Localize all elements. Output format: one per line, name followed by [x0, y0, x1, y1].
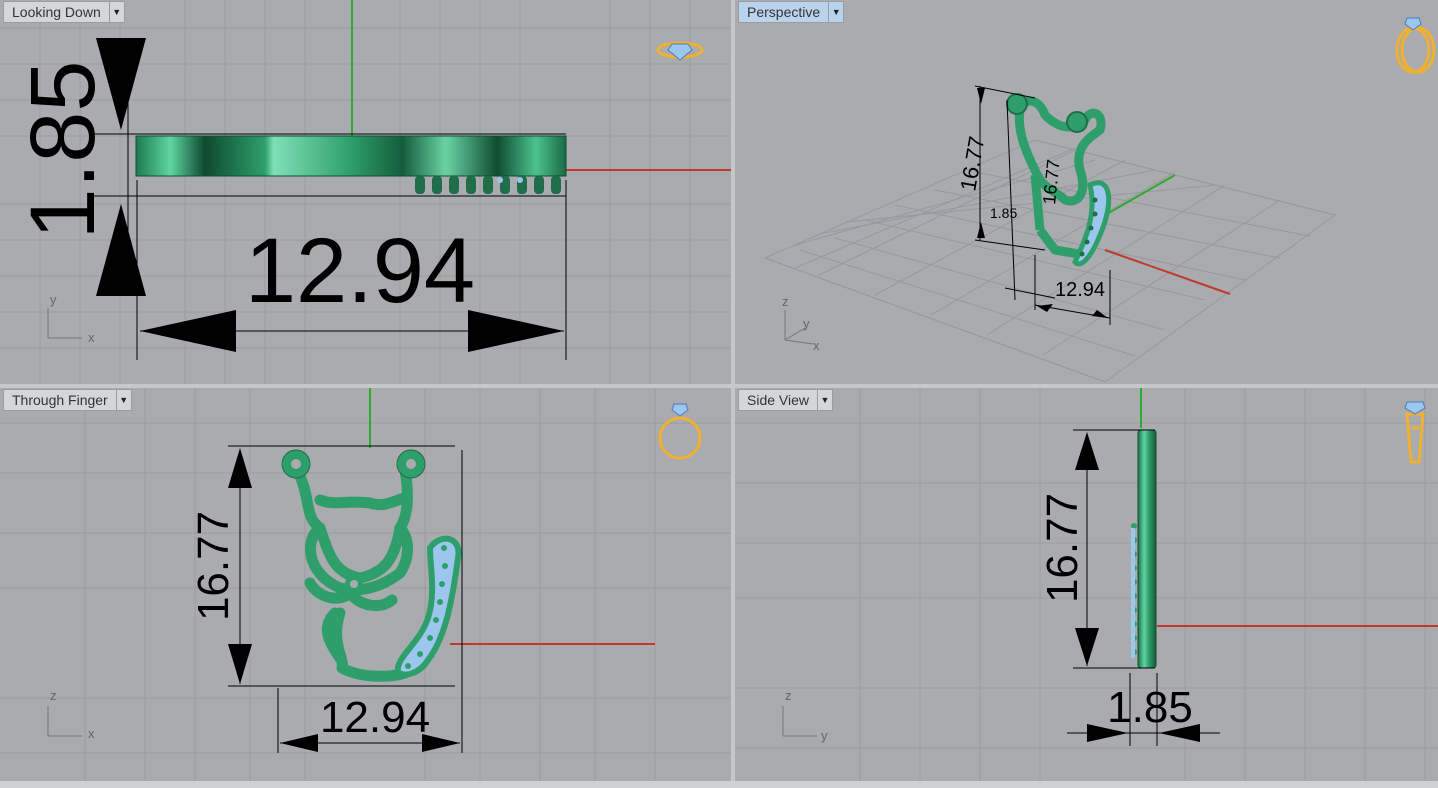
axis-v-label: z	[50, 688, 57, 703]
dropdown-caret-icon[interactable]: ▼	[108, 2, 124, 22]
model-side	[1137, 429, 1157, 669]
thickness-dim-text: 1.85	[12, 60, 114, 239]
ring-perspective-icon	[1395, 26, 1436, 74]
axis-h-label: x	[813, 338, 820, 353]
width-dim-text: 12.94	[320, 693, 430, 742]
perspective-scene: 16.77 16.77 1.85 12.94 z y x	[763, 17, 1436, 383]
viewport-title-text: Looking Down	[12, 4, 101, 20]
ring-front-icon	[658, 416, 702, 460]
dropdown-caret-icon[interactable]: ▼	[828, 2, 843, 22]
axis-v-label: z	[785, 688, 792, 703]
width-dim-text: 12.94	[1055, 279, 1105, 301]
ring-side-icon	[1405, 412, 1425, 464]
axis-h-label: x	[88, 726, 95, 741]
side-scene: 16.77 1.85 z y	[735, 388, 1438, 781]
top-scene: 12.94 1.85 y x	[0, 0, 731, 384]
axis-v-label: z	[782, 294, 789, 309]
thickness-dim-text: 1.85	[1107, 683, 1193, 732]
viewport-title-text: Perspective	[747, 4, 821, 20]
axis-d-label: y	[803, 316, 810, 331]
model-bar	[135, 135, 567, 177]
dim-arrow-right	[468, 310, 564, 352]
axis-v-label: y	[50, 292, 57, 307]
axis-x-line	[1104, 249, 1231, 295]
viewport-title-looking-down[interactable]: Looking Down ▼	[3, 1, 125, 23]
viewport-side-view[interactable]: Side View ▼ 16.77 1.85 z y	[735, 388, 1438, 781]
dropdown-caret-icon[interactable]: ▼	[817, 390, 832, 410]
viewport-title-through-finger[interactable]: Through Finger ▼	[3, 389, 132, 411]
axis-h-label: x	[88, 330, 95, 345]
pendant-model	[294, 464, 413, 682]
axis-h-label: y	[821, 728, 828, 743]
height-dim-text: 16.77	[1038, 493, 1087, 603]
width-dim-text: 12.94	[245, 220, 475, 322]
axis-triad	[47, 706, 82, 737]
height-dim-text: 16.77	[955, 134, 989, 193]
front-scene: 16.77 12.94 z x	[0, 388, 731, 781]
viewport-title-perspective[interactable]: Perspective ▼	[738, 1, 845, 23]
viewport-through-finger[interactable]: Through Finger ▼ 16.77 12.94 z x	[0, 388, 731, 781]
status-strip	[0, 781, 1438, 788]
viewport-title-side-view[interactable]: Side View ▼	[738, 389, 834, 411]
dim-arrow-left	[140, 310, 236, 352]
height-dim-text: 16.77	[189, 511, 238, 621]
viewport-looking-down[interactable]: Looking Down ▼ 12.94 1.85 y x	[0, 0, 731, 384]
viewport-title-text: Side View	[747, 392, 810, 408]
viewport-perspective[interactable]: Perspective ▼ 16.77 16.77 1.85 12.94 z y…	[735, 0, 1438, 384]
thickness-dim-text: 1.85	[990, 205, 1017, 221]
axis-triad	[782, 706, 817, 737]
gem-row	[415, 176, 561, 194]
viewport-title-text: Through Finger	[12, 392, 108, 408]
dropdown-caret-icon[interactable]: ▼	[115, 390, 131, 410]
